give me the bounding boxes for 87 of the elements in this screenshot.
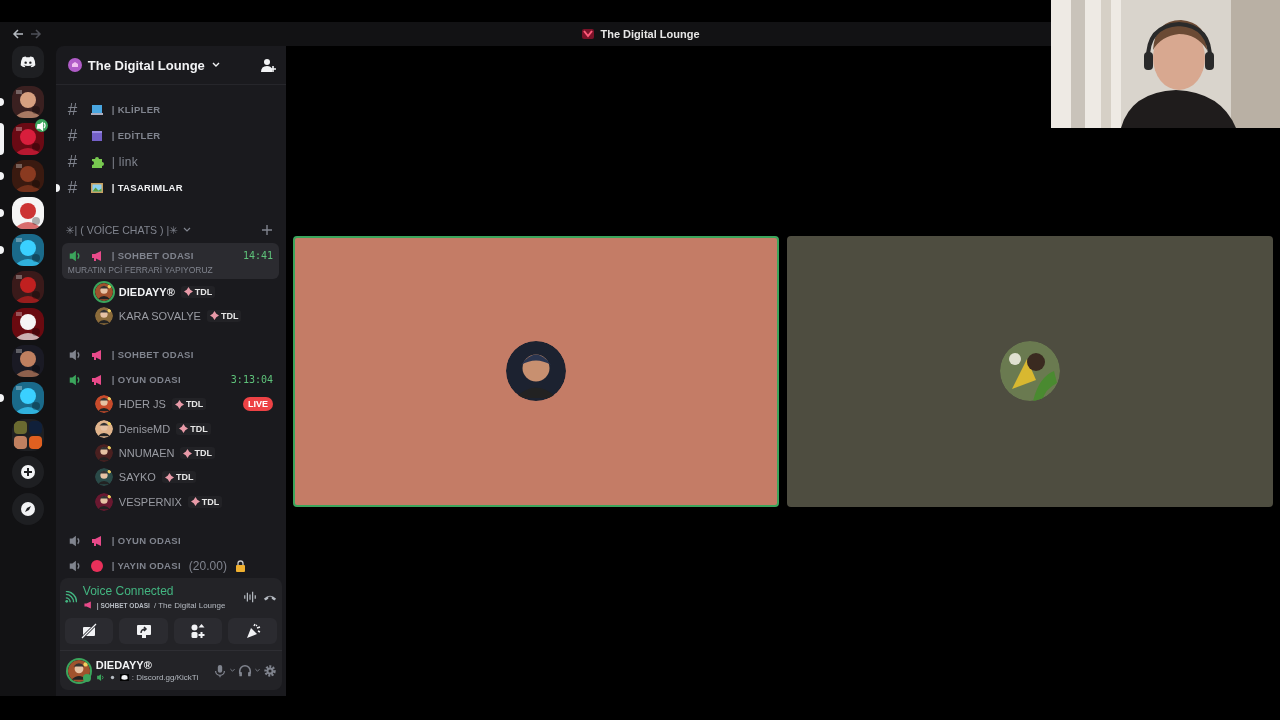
- server-name[interactable]: / The Digital Lounge: [153, 600, 226, 610]
- diamond-icon: [179, 424, 189, 434]
- camera-off-button[interactable]: [64, 618, 114, 644]
- diamond-icon: [174, 399, 184, 409]
- megaphone-icon: [89, 372, 104, 387]
- server-icon: [67, 58, 82, 72]
- clan-tag: TDL: [206, 310, 242, 322]
- channel-name[interactable]: | KLİPLER: [111, 104, 161, 116]
- party-popper-icon: [244, 623, 261, 639]
- back-arrow-icon[interactable]: [12, 28, 24, 40]
- clan-tag: TDL: [176, 422, 211, 435]
- diamond-icon: [183, 287, 193, 297]
- add-server-button[interactable]: [11, 456, 44, 488]
- circle-icon: [89, 558, 104, 573]
- channel-name[interactable]: | TASARIMLAR: [111, 182, 183, 194]
- channel-name[interactable]: | link: [111, 154, 139, 169]
- category-name[interactable]: ✳| ( VOİCE CHATS ) |✳: [65, 224, 178, 237]
- live-badge: LIVE: [243, 397, 273, 412]
- add-user-icon[interactable]: [260, 57, 276, 73]
- diamond-icon: [190, 497, 200, 507]
- diamond-icon: [164, 473, 174, 482]
- member-name[interactable]: SAYKO: [118, 471, 156, 484]
- megaphone-icon: [89, 533, 104, 548]
- window-title: The Digital Lounge: [600, 28, 700, 40]
- channel-name[interactable]: | SOHBET ODASI: [111, 250, 194, 262]
- elapsed-time: 3:13:04: [230, 374, 273, 386]
- member-name[interactable]: HDER JS: [118, 398, 166, 411]
- server-name[interactable]: The Digital Lounge: [87, 57, 205, 73]
- server-emblem-icon: [580, 27, 595, 41]
- member-name[interactable]: NNUMAEN: [118, 447, 175, 460]
- party-popper-button[interactable]: [228, 618, 277, 644]
- member-name[interactable]: VESPERNIX: [118, 495, 182, 508]
- plus-icon[interactable]: [261, 224, 273, 237]
- microphone-icon[interactable]: [213, 663, 227, 678]
- channel-name[interactable]: | OYUN ODASI: [111, 535, 181, 546]
- clan-tag: TDL: [161, 471, 197, 484]
- sound-wave-icon[interactable]: [243, 590, 257, 604]
- camera-off-icon: [81, 623, 98, 639]
- hash-icon: #: [67, 125, 82, 146]
- hash-icon: #: [67, 177, 82, 198]
- plus-icon: [19, 464, 36, 480]
- clan-tag: TDL: [180, 285, 216, 298]
- custom-status: : Discord.gg/KickTi: [131, 673, 199, 682]
- discover-button[interactable]: [11, 493, 44, 525]
- clan-tag: TDL: [180, 447, 215, 460]
- clapper-icon: [89, 128, 104, 143]
- frame-icon: [89, 180, 104, 195]
- video-tile[interactable]: [293, 235, 779, 507]
- elapsed-time: 14:41: [242, 250, 273, 262]
- laptop-icon: [89, 102, 104, 117]
- screen-share-icon: [135, 623, 152, 639]
- channel-name[interactable]: | EDİTLER: [111, 130, 161, 142]
- activities-button[interactable]: [173, 618, 223, 644]
- speaker-icon: [95, 673, 105, 682]
- discord-logo-icon: [19, 54, 36, 70]
- connection-status: Voice Connected: [82, 584, 175, 598]
- channel-name[interactable]: | OYUN ODASI: [111, 374, 181, 386]
- clan-tag: TDL: [187, 495, 223, 508]
- channel-name[interactable]: | YAYIN ODASI: [111, 560, 181, 571]
- signal-icon: [64, 591, 77, 603]
- member-name[interactable]: KARA SOVALYE: [118, 310, 201, 322]
- megaphone-icon: [89, 347, 104, 362]
- clan-tag: TDL: [171, 398, 207, 411]
- megaphone-icon: [82, 600, 93, 610]
- home-button[interactable]: [11, 46, 44, 78]
- channel-name[interactable]: | SOHBET ODASI: [111, 349, 194, 361]
- video-tile[interactable]: [787, 235, 1273, 507]
- speaker-icon: [34, 119, 48, 132]
- discord-logo-icon: [119, 673, 129, 682]
- compass-icon: [19, 501, 36, 517]
- diamond-icon: [183, 448, 193, 458]
- member-name[interactable]: DIEDAYY®: [118, 285, 175, 298]
- hash-icon: #: [67, 151, 82, 172]
- channel-status: MURATIN PCİ FERRARİ YAPIYORUZ: [67, 265, 214, 276]
- hash-icon: #: [67, 99, 82, 120]
- diamond-icon: [209, 311, 219, 321]
- screen-share-button[interactable]: [119, 618, 168, 644]
- puzzle-icon: [89, 154, 104, 169]
- activities-icon: [190, 623, 207, 639]
- settings-icon[interactable]: [263, 663, 277, 678]
- headphones-icon[interactable]: [238, 663, 252, 678]
- selected-channel-background[interactable]: | SOHBET ODASI 14:41 MURATIN PCİ FERRARİ YAPIYORUZ: [61, 243, 279, 280]
- online-status-icon: [82, 673, 91, 682]
- user-name[interactable]: DIEDAYY®: [95, 659, 207, 671]
- megaphone-icon: [89, 248, 104, 263]
- member-name[interactable]: DeniseMD: [118, 422, 171, 435]
- channel-time: (20.00): [188, 558, 227, 573]
